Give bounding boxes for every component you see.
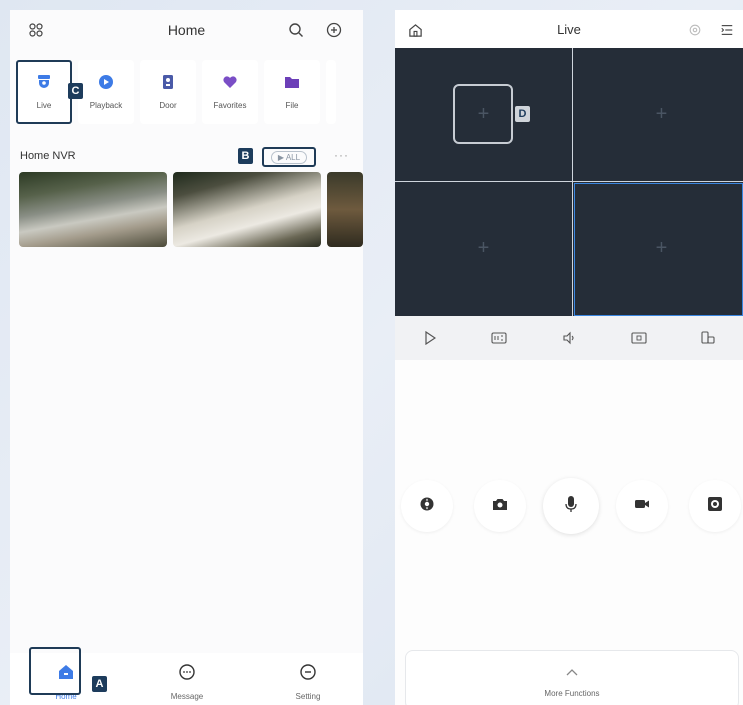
snapshot-button[interactable] <box>474 480 526 532</box>
video-cell-3[interactable]: + <box>395 182 572 315</box>
badge-a: A <box>92 676 107 692</box>
live-view-grid: + + + + D <box>395 48 743 316</box>
quick-live-label: Live <box>36 101 52 110</box>
nav-setting-label: Setting <box>295 692 321 701</box>
settings-icon <box>299 663 317 686</box>
camera-thumbnail[interactable] <box>173 172 321 247</box>
badge-d: D <box>515 106 530 122</box>
settings-icon[interactable] <box>685 20 705 40</box>
record-button[interactable] <box>616 480 668 532</box>
page-title: Home <box>167 22 206 38</box>
layout-list-icon[interactable] <box>717 20 737 40</box>
speaker-icon[interactable] <box>560 329 578 347</box>
play-icon[interactable] <box>421 329 439 347</box>
home-screen: Home Live Playback Door Favorites File C… <box>10 10 363 705</box>
video-record-icon <box>634 497 650 515</box>
add-channel-icon: + <box>655 103 668 125</box>
device-name: Home NVR <box>20 150 76 162</box>
badge-b: B <box>238 148 253 164</box>
home-header: Home <box>10 10 363 50</box>
camera-thumbnail[interactable] <box>19 172 167 247</box>
quick-door[interactable]: Door <box>140 60 196 124</box>
ptz-button[interactable] <box>401 480 453 532</box>
quick-access-row: Live Playback Door Favorites File <box>16 60 336 124</box>
video-cell-2[interactable]: + <box>573 48 743 181</box>
ptz-icon <box>419 496 435 517</box>
quick-favorites[interactable]: Favorites <box>202 60 258 124</box>
quick-favorites-label: Favorites <box>213 101 247 110</box>
fisheye-icon <box>707 496 723 517</box>
split-screen-icon[interactable] <box>630 329 648 347</box>
quality-hd-icon[interactable] <box>490 329 508 347</box>
add-device-icon[interactable] <box>324 20 344 40</box>
grid-divider <box>572 48 573 316</box>
play-all-label: ▶ ALL <box>270 150 308 164</box>
playback-icon <box>98 74 114 95</box>
device-more-icon[interactable]: ··· <box>334 148 349 162</box>
live-screen: Live + + + + D More Functions <box>395 10 743 705</box>
nav-setting[interactable]: Setting <box>278 663 338 701</box>
add-channel-highlight <box>453 84 513 144</box>
quick-door-label: Door <box>159 101 177 110</box>
more-functions-panel[interactable]: More Functions <box>405 650 739 705</box>
folder-icon <box>284 74 300 95</box>
home-highlight-box <box>29 647 81 695</box>
quick-live[interactable]: Live <box>16 60 72 124</box>
door-icon <box>160 74 176 95</box>
chevron-up-icon <box>566 663 578 681</box>
quick-playback-label: Playback <box>89 101 123 110</box>
badge-c: C <box>68 83 83 99</box>
live-header: Live <box>395 10 743 48</box>
camera-snapshot-icon <box>492 497 508 516</box>
camera-icon <box>36 74 52 95</box>
quick-playback[interactable]: Playback <box>78 60 134 124</box>
play-all-button[interactable]: ▶ ALL <box>262 147 316 167</box>
action-row <box>395 478 743 536</box>
selected-cell-outline <box>574 183 743 316</box>
playback-control-bar <box>395 316 743 360</box>
quick-more-partial[interactable] <box>326 60 336 124</box>
nav-message-label: Message <box>170 692 204 701</box>
more-functions-label: More Functions <box>544 688 600 698</box>
rotate-screen-icon[interactable] <box>699 329 717 347</box>
quick-file-label: File <box>285 101 299 110</box>
nav-message[interactable]: Message <box>157 663 217 701</box>
grid-divider <box>395 181 743 182</box>
search-icon[interactable] <box>286 20 306 40</box>
heart-icon <box>222 74 238 95</box>
talk-button[interactable] <box>543 478 599 534</box>
quick-file[interactable]: File <box>264 60 320 124</box>
fisheye-button[interactable] <box>689 480 741 532</box>
add-channel-icon: + <box>477 237 490 259</box>
microphone-icon <box>564 495 578 518</box>
message-icon <box>178 663 196 686</box>
camera-thumbnail[interactable] <box>327 172 363 247</box>
